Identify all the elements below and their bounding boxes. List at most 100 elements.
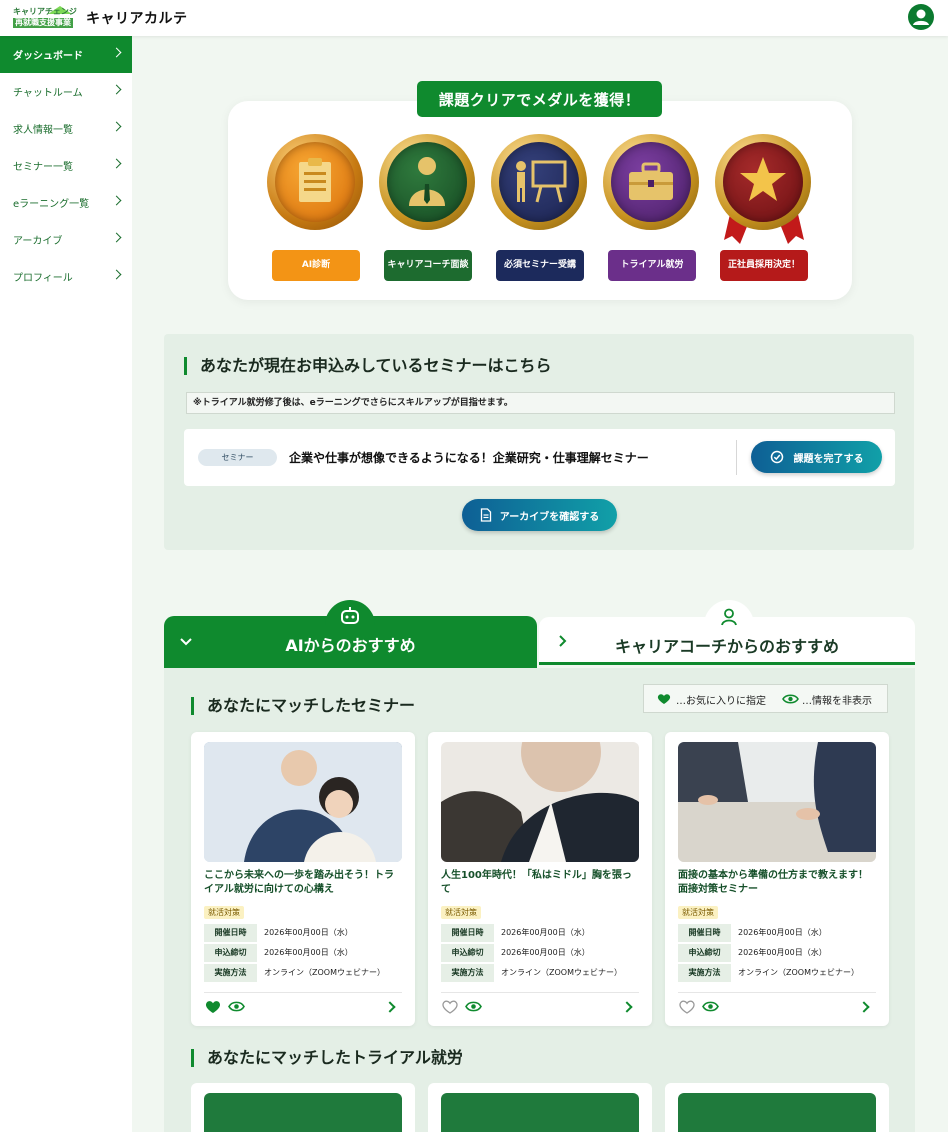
sidebar-item-elearning[interactable]: eラーニング一覧 [0,184,132,221]
medal-coach [379,134,475,230]
chevron-right-icon [111,47,122,58]
seminar-row: セミナー 企業や仕事が想像できるようになる！企業研究・仕事理解セミナー 課題を完… [184,429,895,486]
meta-key-deadline: 申込締切 [678,943,731,962]
meta-date-value: 2026年00月00日（水） [501,928,590,937]
trial-card[interactable] [665,1083,889,1132]
meta-method-value: オンライン（ZOOMウェビナー） [501,968,622,977]
heart-outline-icon[interactable] [679,1000,695,1014]
seminar-card-meta: 開催日時 2026年00月00日（水） 申込締切 2026年00月00日（水） 実施… [678,923,876,983]
chevron-right-icon [111,121,122,132]
medal-trial-work [603,134,699,230]
sidebar-item-label: チャットルーム [13,88,83,99]
chevron-right-icon[interactable] [621,1001,633,1013]
person-icon [721,608,737,626]
heart-outline-icon[interactable] [442,1000,458,1014]
seminar-notice: ※トライアル就労修了後は、eラーニングでさらにスキルアップが目指せます。 [186,392,895,414]
meta-key-method: 実施方法 [204,963,257,982]
seminar-card-meta: 開催日時 2026年00月00日（水） 申込締切 2026年00月00日（水） 実施… [204,923,402,983]
eye-icon[interactable] [702,1000,719,1013]
icon-legend: …お気に入りに指定 …情報を非表示 [643,684,888,713]
program-logo[interactable]: キャリアチェンジ 再就職支援事業 [10,6,80,30]
tab-coach-recommend[interactable]: キャリアコーチからのおすすめ [539,600,915,665]
seminar-card[interactable]: 面接の基本から準備の仕方まで教えます！ 面接対策セミナー 就活対策 開催日時 20… [665,732,889,1026]
seminar-card-photo [678,742,876,862]
coach-icon [409,157,445,206]
trial-card[interactable] [428,1083,652,1132]
seminar-type-pill: セミナー [198,449,277,466]
seminar-title[interactable]: 企業や仕事が想像できるようになる！企業研究・仕事理解セミナー [289,449,649,466]
archive-button-label: アーカイブを確認する [499,511,600,523]
medal-card-title: 課題クリアでメダルを獲得！ [417,81,662,117]
medal-hired [715,134,811,230]
sidebar-item-dashboard[interactable]: ダッシュボード [0,36,132,73]
tab-ai-recommend[interactable]: AIからのおすすめ [164,600,537,668]
meta-key-date: 開催日時 [204,923,257,942]
eye-icon [782,694,799,704]
logo-line2: 再就職支援事業 [13,18,73,28]
sidebar-item-label: プロフィール [13,273,73,284]
complete-task-button[interactable]: 課題を完了する [751,441,882,473]
photo-illustration [204,742,402,862]
trial-card[interactable] [191,1083,415,1132]
archive-button[interactable]: アーカイブを確認する [462,499,617,531]
trial-card-photo [678,1093,876,1132]
meta-key-deadline: 申込締切 [204,943,257,962]
medal-label-hired: 正社員採用決定！ [720,244,808,281]
meta-deadline-value: 2026年00月00日（水） [264,948,353,957]
card-divider [204,992,402,993]
divider [736,440,737,475]
chevron-right-icon[interactable] [858,1001,870,1013]
app-title: キャリアカルテ [86,11,188,27]
current-seminar-heading: あなたが現在お申込みしているセミナーはこちら [184,357,552,375]
briefcase-icon [629,162,673,200]
medal-label-ai: AI診断 [272,244,360,281]
robot-icon [341,607,359,624]
medal-label-coach: キャリアコーチ面談 [384,244,472,281]
sidebar-item-seminars[interactable]: セミナー一覧 [0,147,132,184]
sidebar-item-profile[interactable]: プロフィール [0,258,132,295]
card-divider [441,992,639,993]
user-avatar-icon[interactable] [908,4,934,30]
sidebar-item-label: ダッシュボード [13,51,83,62]
sidebar-item-jobs[interactable]: 求人情報一覧 [0,110,132,147]
chevron-right-icon[interactable] [384,1001,396,1013]
heart-filled-icon[interactable] [205,1000,221,1014]
seminar-card-photo [441,742,639,862]
card-divider [678,992,876,993]
seminar-card[interactable]: ここから未来への一歩を踏み出そう！トライアル就労に向けての心構え 就活対策 開催… [191,732,415,1026]
clipboard-icon [299,158,331,202]
sidebar-item-archive[interactable]: アーカイブ [0,221,132,258]
sidebar-item-chatroom[interactable]: チャットルーム [0,73,132,110]
seminar-card-tag: 就活対策 [204,906,244,919]
logo-line1: キャリアチェンジ [13,7,77,16]
recommend-tabs: AIからのおすすめ キャリアコーチからのおすすめ [164,600,915,668]
tab-coach-label: キャリアコーチからのおすすめ [614,637,839,656]
meta-date-value: 2026年00月00日（水） [738,928,827,937]
seminar-card[interactable]: 人生100年時代！「私はミドル」胸を張って 就活対策 開催日時 2026年00月0… [428,732,652,1026]
matched-trial-heading: あなたにマッチしたトライアル就労 [191,1049,463,1067]
photo-illustration [678,742,876,862]
meta-deadline-value: 2026年00月00日（水） [501,948,590,957]
legend-hide-text: …情報を非表示 [802,696,872,707]
star-icon [740,157,786,201]
meta-method-value: オンライン（ZOOMウェビナー） [738,968,859,977]
meta-key-date: 開催日時 [441,923,494,942]
eye-icon[interactable] [228,1000,245,1013]
sidebar: ダッシュボード チャットルーム 求人情報一覧 セミナー一覧 eラーニング一覧 ア… [0,36,132,1132]
chevron-right-icon [111,232,122,243]
seminar-card-title: 人生100年時代！「私はミドル」胸を張って [441,870,632,895]
trial-card-photo [441,1093,639,1132]
heart-filled-icon [657,694,671,704]
check-circle-icon [770,450,783,464]
eye-icon[interactable] [465,1000,482,1013]
app-header: キャリアチェンジ 再就職支援事業 キャリアカルテ [0,0,948,36]
complete-task-label: 課題を完了する [793,453,864,465]
sidebar-item-label: セミナー一覧 [13,162,73,173]
tab-ai-label: AIからのおすすめ [285,636,416,655]
seminar-card-photo [204,742,402,862]
matched-seminar-heading: あなたにマッチしたセミナー [191,697,415,715]
chevron-right-icon [111,84,122,95]
medal-label-seminar: 必須セミナー受講 [496,244,584,281]
seminar-card-tag: 就活対策 [678,906,718,919]
trial-card-photo [204,1093,402,1132]
